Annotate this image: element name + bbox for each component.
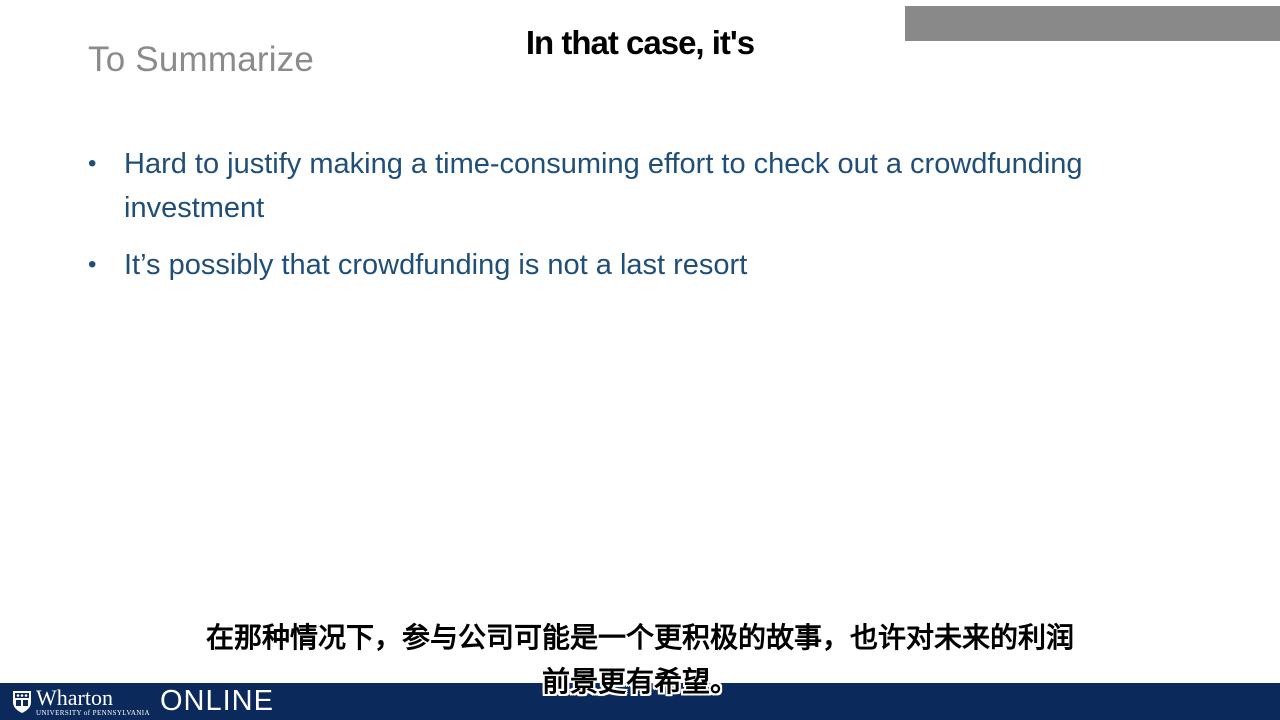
bullet-item: • Hard to justify making a time-consumin…: [88, 142, 1208, 230]
bullet-list: • Hard to justify making a time-consumin…: [88, 142, 1208, 300]
english-subtitle: In that case, it's: [525, 24, 755, 61]
bullet-text: It’s possibly that crowdfunding is not a…: [124, 249, 748, 281]
bullet-dot-icon: •: [88, 251, 97, 278]
bullet-item: • It’s possibly that crowdfunding is not…: [88, 243, 1208, 287]
bullet-text: Hard to justify making a time-consuming …: [124, 148, 1083, 224]
chinese-subtitle-line-1: 在那种情况下，参与公司可能是一个更积极的故事，也许对未来的利润: [205, 621, 1074, 654]
university-subtext: UNIVERSITY of PENNSYLVANIA: [36, 708, 150, 717]
bullet-dot-icon: •: [88, 150, 97, 177]
chinese-subtitle-line-2: 前景更有希望。: [541, 665, 738, 698]
slide: To Summarize In that case, it's • Hard t…: [0, 0, 1280, 720]
chinese-subtitle: 在那种情况下，参与公司可能是一个更积极的故事，也许对未来的利润 前景更有希望。: [0, 616, 1280, 704]
